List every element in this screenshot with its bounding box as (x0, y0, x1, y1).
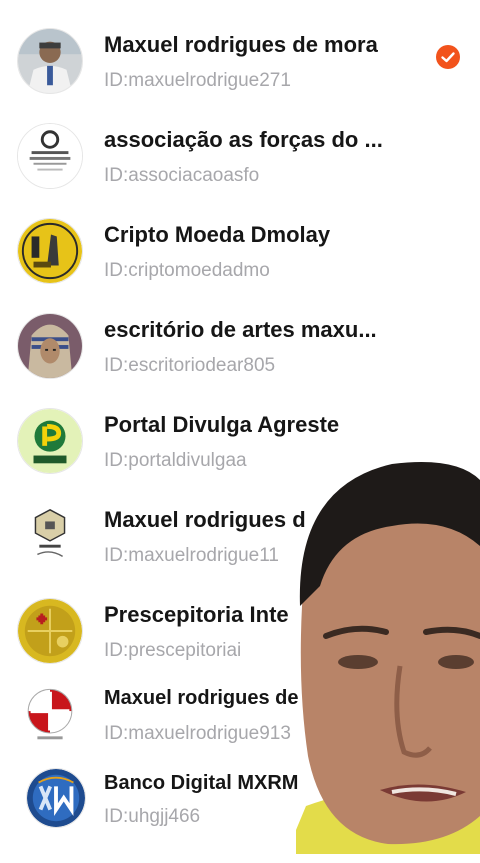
account-row[interactable]: associação as forças do ... ID:associaca… (0, 123, 480, 218)
account-row[interactable]: Maxuel rodrigues de mora ID:maxuelrodrig… (0, 28, 480, 123)
account-name: associação as forças do ... (104, 127, 383, 152)
account-id: ID:portaldivulgaa (104, 450, 247, 471)
account-id: ID:criptomoedadmo (104, 260, 270, 281)
account-id: ID:maxuelrodrigue271 (104, 70, 291, 91)
mxrm-emblem-icon (17, 503, 83, 569)
mx-bank-logo-icon (26, 768, 86, 828)
account-row[interactable]: escritório de artes maxu... ID:escritori… (0, 313, 480, 408)
account-id: ID:maxuelrodrigue913 (104, 723, 291, 744)
check-circle-icon (436, 45, 460, 69)
profile-photo-icon (17, 28, 83, 94)
account-id: ID:associacaoasfo (104, 165, 260, 186)
account-id: ID:prescepitoriai (104, 640, 242, 661)
account-name: escritório de artes maxu... (104, 317, 377, 342)
presenter-video-overlay (296, 456, 480, 854)
gold-cross-orb-icon (17, 598, 83, 664)
account-id: ID:escritoriodear805 (104, 355, 276, 376)
account-id: ID:maxuelrodrigue11 (104, 545, 279, 566)
account-id: ID:uhgjj466 (104, 806, 201, 827)
account-row[interactable]: Cripto Moeda Dmolay ID:criptomoedadmo (0, 218, 480, 313)
account-name: Portal Divulga Agreste (104, 412, 340, 437)
pharaoh-art-icon (17, 313, 83, 379)
account-name: Cripto Moeda Dmolay (104, 222, 331, 247)
gold-coin-logo-icon (17, 218, 83, 284)
portal-logo-icon (17, 408, 83, 474)
association-logo-icon (17, 123, 83, 189)
red-cross-shield-icon (17, 683, 83, 749)
account-name: Maxuel rodrigues de mora (104, 32, 378, 57)
